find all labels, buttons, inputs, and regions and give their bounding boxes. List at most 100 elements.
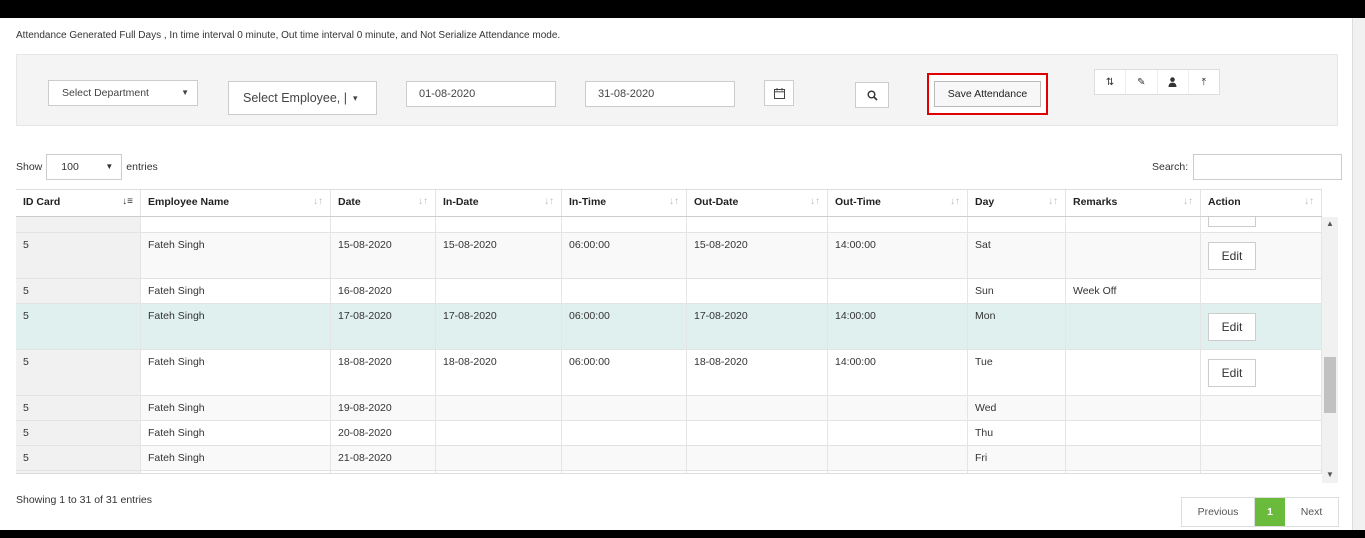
sort-icon: ↓↑ (313, 196, 323, 207)
sort-icon: ↓↑ (418, 196, 428, 207)
cell-in-date (436, 421, 562, 445)
edit-button[interactable]: Edit (1208, 359, 1256, 387)
cell-action (1201, 279, 1322, 303)
column-header-date[interactable]: Date ↓↑ (331, 190, 436, 216)
date-from-input[interactable]: 01-08-2020 (406, 81, 556, 107)
scroll-down-icon[interactable]: ▼ (1326, 470, 1334, 479)
column-header-remarks[interactable]: Remarks ↓↑ (1066, 190, 1201, 216)
table-search: Search: (1152, 154, 1343, 180)
chevron-down-icon: ▼ (105, 162, 114, 171)
cell-in-date (436, 471, 562, 473)
cell-date: 18-08-2020 (331, 350, 436, 395)
column-header-label: ID Card (23, 196, 61, 208)
column-header-employee-name[interactable]: Employee Name ↓↑ (141, 190, 331, 216)
edit-icon[interactable]: ✎ (1126, 70, 1158, 94)
cell-remarks (1066, 396, 1201, 420)
cell-out-date (687, 446, 828, 470)
cell-date: 20-08-2020 (331, 421, 436, 445)
column-header-label: Employee Name (148, 196, 230, 208)
column-header-in-time[interactable]: In-Time ↓↑ (562, 190, 687, 216)
sort-icon: ↓↑ (1048, 196, 1058, 207)
cell-day: Sat (968, 233, 1066, 278)
user-icon[interactable] (1158, 70, 1189, 94)
table-row (16, 217, 1322, 233)
cell-day: Tue (968, 350, 1066, 395)
table-search-input[interactable] (1193, 154, 1343, 180)
cell-action (1201, 217, 1322, 232)
cell-remarks (1066, 421, 1201, 445)
cell-out-time (828, 217, 968, 232)
employee-select[interactable]: Select Employee, | ▾ (228, 81, 377, 115)
cell-out-date: 17-08-2020 (687, 304, 828, 349)
cell-day: Fri (968, 446, 1066, 470)
table-row: 5 Fateh Singh 19-08-2020 Wed (16, 396, 1322, 421)
save-attendance-button[interactable]: Save Attendance (934, 81, 1041, 107)
table-scrollbar[interactable]: ▲ ▼ (1322, 217, 1338, 483)
cell-date (331, 217, 436, 232)
sort-icon: ↓↑ (544, 196, 554, 207)
search-button[interactable] (855, 82, 889, 108)
scrollbar-thumb[interactable] (1324, 357, 1336, 413)
pagination-current[interactable]: 1 (1255, 498, 1285, 526)
edit-button[interactable]: Edit (1208, 242, 1256, 270)
pagination-previous[interactable]: Previous (1182, 498, 1255, 526)
pagination: Previous 1 Next (1181, 497, 1339, 527)
entries-length-select[interactable]: 100 ▼ (46, 154, 123, 180)
table-row: 5 Fateh Singh 20-08-2020 Thu (16, 421, 1322, 446)
entries-length-control: Show 100 ▼ entries (16, 154, 158, 180)
column-header-day[interactable]: Day ↓↑ (968, 190, 1066, 216)
cell-action (1201, 446, 1322, 470)
cell-in-time (562, 279, 687, 303)
cell-in-time (562, 217, 687, 232)
department-select-label: Select Department (62, 87, 149, 99)
pagination-next[interactable]: Next (1285, 498, 1338, 526)
department-select[interactable]: Select Department ▼ (48, 80, 198, 106)
sort-icon: ↓↑ (950, 196, 960, 207)
cell-employee-name: Fateh Singh (141, 446, 331, 470)
cell-in-date: 18-08-2020 (436, 350, 562, 395)
cell-remarks (1066, 233, 1201, 278)
cell-in-date (436, 217, 562, 232)
cell-action (1201, 396, 1322, 420)
cell-employee-name: Fateh Singh (141, 304, 331, 349)
cell-day: Wed (968, 396, 1066, 420)
column-header-out-time[interactable]: Out-Time ↓↑ (828, 190, 968, 216)
cell-remarks (1066, 446, 1201, 470)
cell-remarks (1066, 304, 1201, 349)
calendar-button[interactable] (764, 80, 794, 106)
table-row: 5 Fateh Singh 15-08-2020 15-08-2020 06:00:00… (16, 233, 1322, 279)
cell-in-time (562, 471, 687, 473)
cell-out-date (687, 421, 828, 445)
calendar-icon (773, 87, 785, 99)
date-to-input[interactable]: 31-08-2020 (585, 81, 735, 107)
cell-date: 17-08-2020 (331, 304, 436, 349)
cell-action: Edit (1201, 233, 1322, 278)
cell-id-card: 5 (16, 421, 141, 445)
cell-remarks (1066, 471, 1201, 473)
cell-action: Edit (1201, 304, 1322, 349)
table-row: 5 Fateh Singh 21-08-2020 Fri (16, 446, 1322, 471)
cell-id-card: 5 (16, 350, 141, 395)
column-header-action[interactable]: Action ↓↑ (1201, 190, 1322, 216)
sort-icon: ↓↑ (1304, 196, 1314, 207)
cell-employee-name: Fateh Singh (141, 279, 331, 303)
sort-icon: ↓↑ (810, 196, 820, 207)
page-scrollbar[interactable] (1352, 18, 1365, 530)
sort-icon: ↓↑ (669, 196, 679, 207)
cell-out-date: 15-08-2020 (687, 233, 828, 278)
upload-icon[interactable]: ⤒ (1189, 70, 1219, 94)
edit-button[interactable] (1208, 217, 1256, 227)
cell-out-time: 14:00:00 (828, 233, 968, 278)
table-row: 5 Fateh Singh 18-08-2020 18-08-2020 06:00:00… (16, 350, 1322, 396)
column-header-id-card[interactable]: ID Card ↓≡ (16, 190, 141, 216)
column-header-out-date[interactable]: Out-Date ↓↑ (687, 190, 828, 216)
cell-in-date (436, 396, 562, 420)
column-header-in-date[interactable]: In-Date ↓↑ (436, 190, 562, 216)
sort-icon[interactable]: ⇅ (1095, 70, 1127, 94)
edit-button[interactable]: Edit (1208, 313, 1256, 341)
cell-employee-name: Fateh Singh (141, 396, 331, 420)
cell-action (1201, 421, 1322, 445)
scroll-up-icon[interactable]: ▲ (1326, 219, 1334, 228)
table-row: 5 Fateh Singh 17-08-2020 17-08-2020 06:00:00… (16, 304, 1322, 350)
cell-out-date (687, 471, 828, 473)
